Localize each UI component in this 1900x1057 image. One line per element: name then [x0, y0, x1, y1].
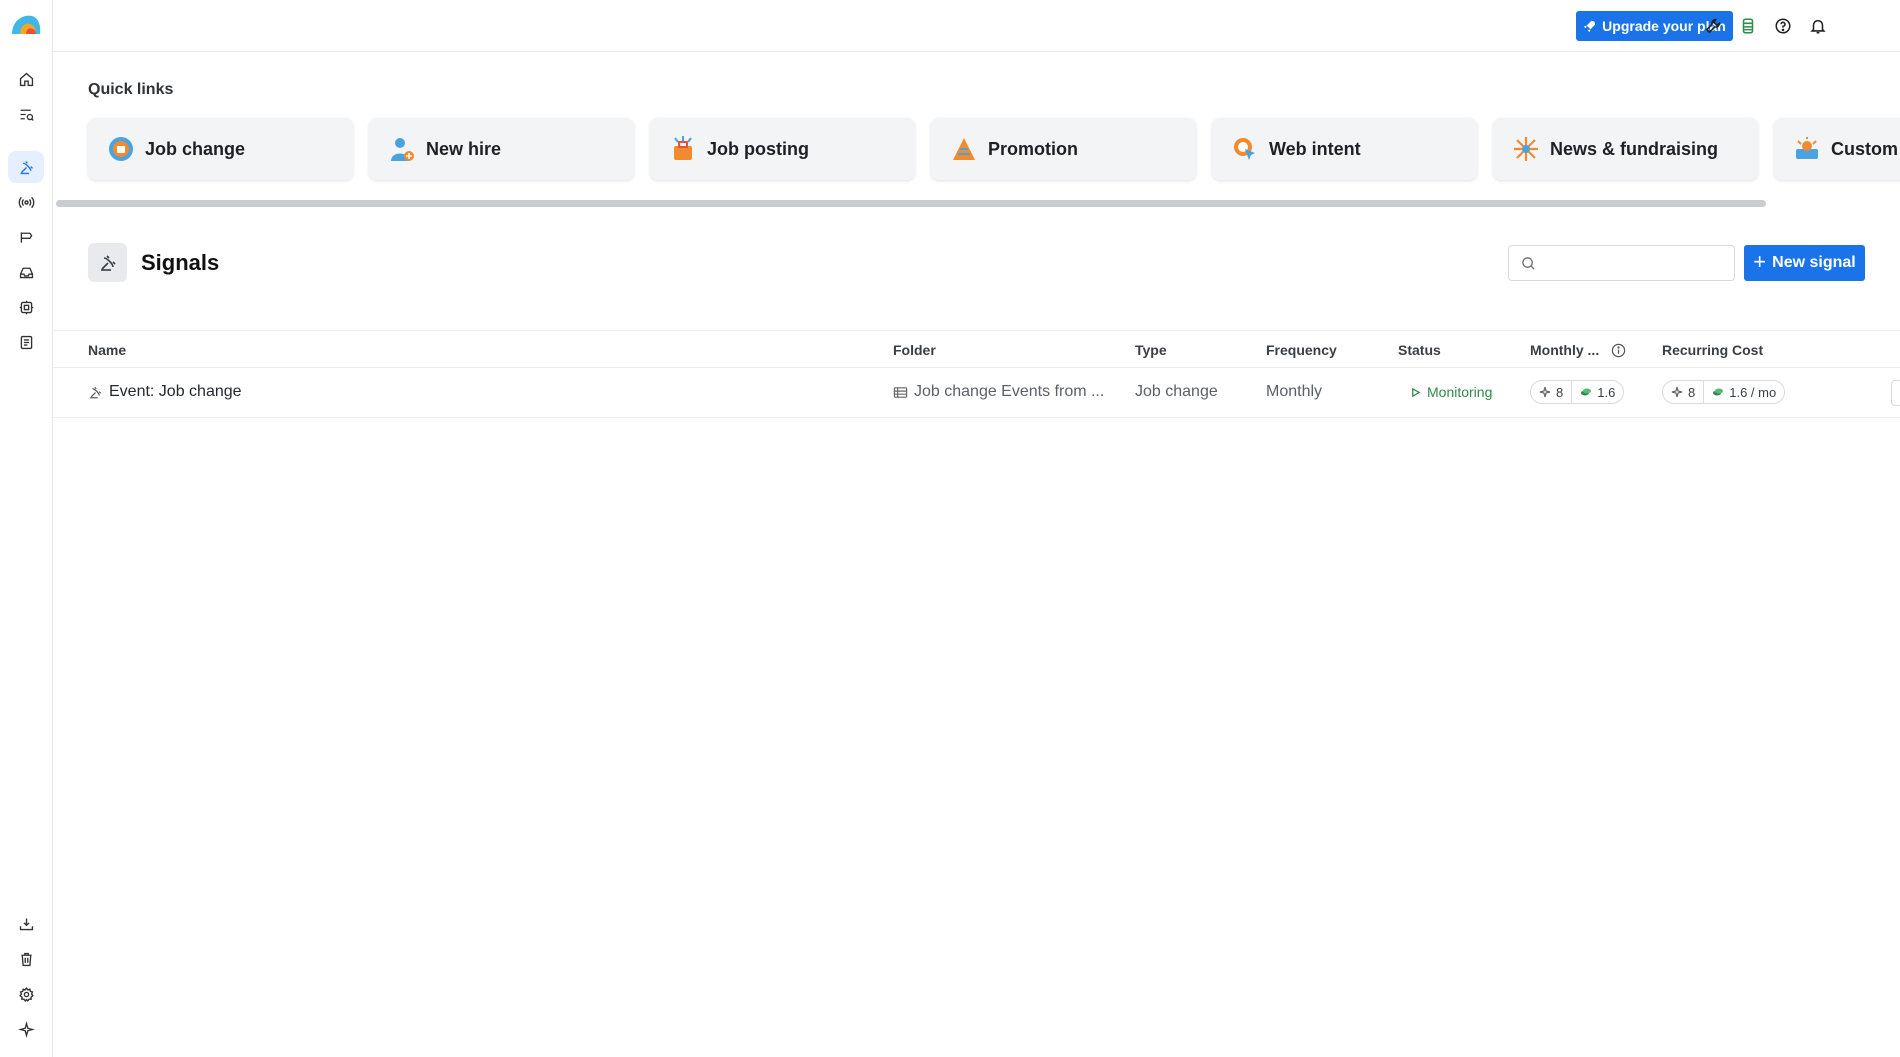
play-icon [1412, 387, 1421, 397]
table-row[interactable]: Event: Job change Job change Events from… [53, 368, 1900, 418]
quick-link-news-fundraising[interactable]: News & fundraising [1493, 118, 1758, 180]
web-intent-icon [1234, 138, 1255, 160]
signals-icon[interactable] [8, 151, 44, 183]
news-fundraising-icon [1514, 137, 1538, 161]
status-label: Monitoring [1427, 384, 1493, 400]
job-change-icon [109, 137, 133, 161]
wrench-icon[interactable] [1701, 14, 1725, 38]
cell-type: Job change [1135, 383, 1218, 400]
cell-frequency: Monthly [1266, 383, 1323, 400]
quick-link-label: Job change [145, 138, 246, 159]
help-icon[interactable] [1771, 14, 1795, 38]
credits-icon[interactable] [1736, 14, 1760, 38]
sparkle-icon[interactable] [8, 1013, 44, 1045]
top-bar: Upgrade your plan Ga [53, 0, 1900, 52]
column-header-monthly[interactable]: Monthly ... [1530, 342, 1626, 358]
search-list-icon[interactable] [8, 98, 44, 130]
trash-icon[interactable] [8, 943, 44, 975]
inbox-icon[interactable] [8, 256, 44, 288]
signal-name: Event: Job change [109, 383, 242, 400]
integration-icon[interactable] [8, 291, 44, 323]
new-signal-button[interactable]: + New signal [1744, 245, 1865, 281]
cell-status[interactable]: Monitoring [1410, 384, 1492, 400]
credits-icon [1581, 388, 1592, 396]
rocket-icon [1584, 20, 1596, 32]
quick-links-scrollbar[interactable] [56, 200, 1766, 207]
sparkle-icon [1539, 386, 1551, 398]
recurring-cost-pill: 8 1.6 / mo [1662, 380, 1786, 404]
signals-icon [90, 386, 102, 398]
quick-link-label: News & fundraising [1550, 138, 1719, 159]
recurring-count: 8 [1688, 384, 1696, 400]
quick-link-job-change[interactable]: Job change [88, 118, 353, 180]
row-actions-button[interactable]: ··· [1891, 380, 1900, 406]
column-header-folder[interactable]: Folder [893, 342, 936, 358]
folder-name: Job change Events from ... [914, 383, 1105, 400]
quick-link-label: Promotion [988, 138, 1078, 159]
settings-icon[interactable] [8, 978, 44, 1010]
search-icon [1522, 256, 1535, 270]
quick-link-web-intent[interactable]: Web intent [1212, 118, 1477, 180]
cell-folder[interactable]: Job change Events from ... [893, 383, 1104, 401]
search-field[interactable] [1508, 245, 1735, 281]
quick-link-new-hire[interactable]: New hire [369, 118, 634, 180]
promotion-icon [953, 138, 975, 160]
column-header-monthly-label: Monthly ... [1530, 342, 1600, 358]
home-icon[interactable] [8, 63, 44, 95]
sidebar [0, 0, 53, 1057]
bell-icon[interactable] [1806, 14, 1830, 38]
quick-link-label: New hire [426, 138, 502, 159]
quick-link-label: Web intent [1269, 138, 1361, 159]
quick-link-label: Custom [1831, 138, 1898, 159]
column-header-recurring-cost[interactable]: Recurring Cost [1662, 342, 1763, 358]
plus-icon: + [1753, 249, 1767, 274]
campaign-icon[interactable] [8, 221, 44, 253]
import-icon[interactable] [8, 908, 44, 940]
column-header-type[interactable]: Type [1135, 342, 1167, 358]
report-icon[interactable] [8, 326, 44, 358]
info-icon[interactable] [1611, 343, 1626, 358]
app-logo-icon[interactable] [10, 12, 42, 38]
monthly-credits: 1.6 [1597, 384, 1616, 400]
new-hire-icon [391, 138, 414, 161]
table-icon [893, 386, 908, 398]
column-header-name[interactable]: Name [88, 342, 126, 358]
page-title: Signals [141, 250, 220, 275]
table-header: Name Folder Type Frequency Status Monthl… [53, 330, 1900, 368]
quick-links-title: Quick links [88, 81, 174, 98]
recurring-credits: 1.6 / mo [1729, 384, 1777, 400]
signals-header-icon [88, 243, 127, 282]
monthly-count: 8 [1556, 384, 1564, 400]
credits-icon [1713, 388, 1724, 396]
quick-link-custom[interactable]: Custom [1774, 118, 1900, 180]
column-header-status[interactable]: Status [1398, 342, 1441, 358]
quick-links-strip: Job change New hire Job posting Promotio… [53, 110, 1900, 190]
quick-link-promotion[interactable]: Promotion [931, 118, 1196, 180]
cell-name[interactable]: Event: Job change [88, 383, 242, 401]
job-posting-icon [674, 136, 692, 160]
quick-link-label: Job posting [707, 138, 809, 159]
monthly-usage-pill: 8 1.6 [1530, 380, 1625, 404]
column-header-frequency[interactable]: Frequency [1266, 342, 1337, 358]
quick-link-job-posting[interactable]: Job posting [650, 118, 915, 180]
sparkle-icon [1671, 386, 1683, 398]
new-signal-label: New signal [1772, 254, 1856, 271]
broadcast-icon[interactable] [8, 186, 44, 218]
search-input[interactable] [1544, 255, 1724, 271]
custom-icon [1796, 137, 1818, 159]
